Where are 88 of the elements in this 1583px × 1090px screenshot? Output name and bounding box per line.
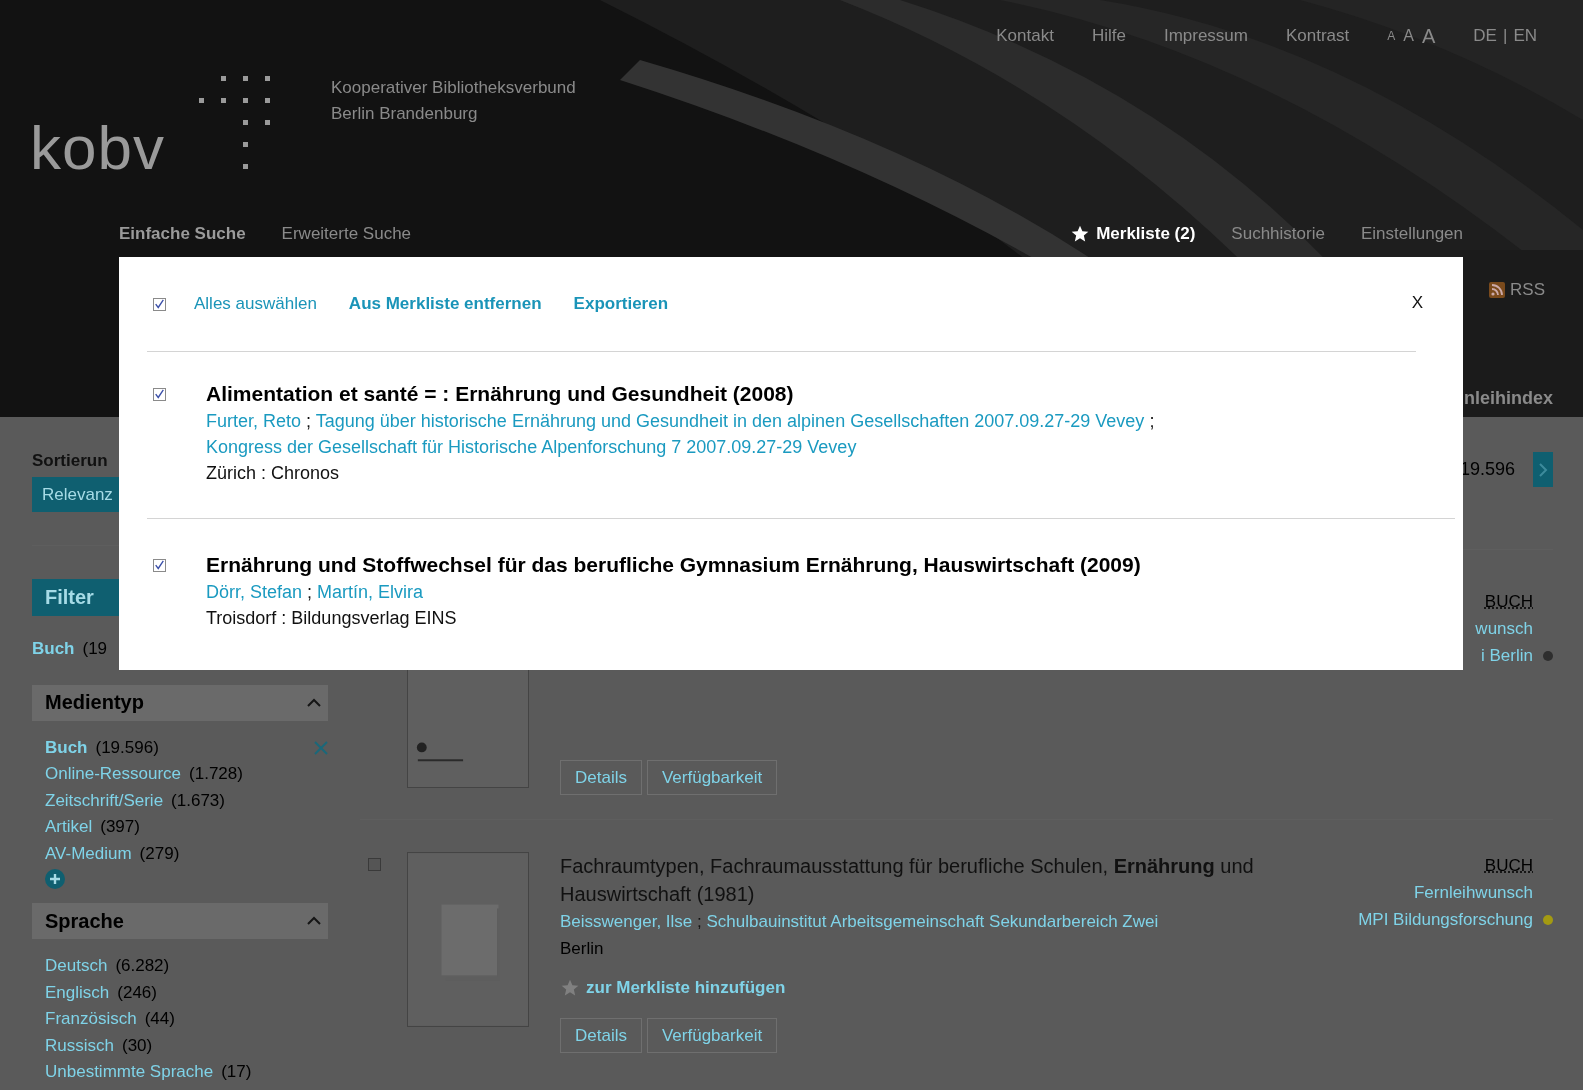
header-link[interactable]: Hilfe [1091,26,1126,46]
media-type-label: BUCH [1484,591,1533,613]
font-size-link[interactable]: A [1403,26,1414,46]
header-link[interactable]: Impressum [1163,26,1248,46]
chevron-up-icon[interactable] [306,697,322,708]
facet-link[interactable]: Unbestimmte Sprache [45,1059,214,1086]
logo-tagline: Kooperativer Bibliotheksverbund [330,77,576,99]
result-button[interactable]: Details [560,1018,642,1053]
author-line: Dörr, Stefan ; Martín, Elvira [206,581,425,604]
action-link[interactable]: Exportieren [573,294,669,314]
facet-link[interactable]: Buch [45,734,88,761]
facet-count: (6.282) [115,955,170,977]
facet-count: (279) [139,842,180,865]
facet-header[interactable]: Medientyp [32,684,328,721]
author-line: Furter, Reto ; Tagung über historische Ernährung und Gesundheit in den alpinen Gesellschaften 2007.09.27-29 Vevey ; Kongress der Gesellschaft für Historische Alpenforschung 7 2007.09.27-29 Vevey [206,410,1156,459]
result-total: 19.596 [1459,458,1515,481]
facet-count: (30) [121,1034,153,1057]
author-line: Beisswenger, Ilse ; Schulbauinstitut Arbeitsgemeinschaft Sekundarbereich Zwei [560,911,1160,933]
facet-header[interactable]: Sprache [32,903,328,939]
facet-link[interactable]: Französisch [45,1006,137,1033]
close-button[interactable]: X [1411,293,1423,313]
facet-link[interactable]: Artikel [45,814,93,841]
facet-count: (1.673) [171,789,225,812]
logo-wordmark: kobv [30,117,165,179]
facet-link[interactable]: Englisch [45,979,110,1006]
availability-link[interactable]: MPI Bildungsforschung [1358,906,1533,933]
result-button[interactable]: Verfügbarkeit [646,1018,778,1053]
nav-tab[interactable]: Erweiterte Suche [281,223,412,244]
sort-button[interactable]: Relevanz [32,477,119,512]
sort-label: Sortierun [32,451,109,471]
header-tab[interactable]: nleihindex [1464,388,1553,409]
separator: | [1502,26,1508,46]
author-link[interactable]: Martín, Elvira [317,582,424,602]
nav-tab[interactable]: Merkliste (2) [1070,223,1196,244]
author-link[interactable]: Tagung über historische Ernährung und Gesundheit in den alpinen Gesellschaften 2007.09.27-29 Vevey [315,411,1145,431]
checkbox[interactable] [153,297,166,311]
author-link[interactable]: Kongress der Gesellschaft für Historische Alpenforschung 7 2007.09.27-29 Vevey [206,437,857,457]
active-filter-link[interactable]: Buch [32,636,75,663]
facet-count: (19.596) [95,736,159,759]
checkbox[interactable] [153,388,166,401]
facet-link[interactable]: Russisch [45,1032,114,1059]
chevron-up-icon[interactable] [306,916,322,926]
font-size-link[interactable]: A [1422,26,1436,46]
add-to-list-link[interactable]: zur Merkliste hinzufügen [560,978,1323,998]
header-link[interactable]: Kontrast [1286,26,1350,46]
author-link[interactable]: Furter, Reto [206,411,302,431]
language-link[interactable]: EN [1513,26,1537,46]
facet-link[interactable]: Online-Ressource [45,761,182,788]
facet-count: (17) [221,1061,252,1083]
language-link[interactable]: DE [1473,26,1497,46]
availability-link[interactable]: i Berlin [1481,642,1533,669]
facet-count: (44) [144,1008,175,1030]
media-type-label: BUCH [1484,855,1533,877]
facet-link[interactable]: Zeitschrift/Serie [45,787,164,814]
facet-link[interactable]: Deutsch [45,953,108,980]
facet-count: (246) [117,981,157,1004]
nav-tab[interactable]: Suchhistorie [1231,223,1325,244]
header-link[interactable]: Kontakt [996,26,1054,46]
result-title[interactable]: Fachraumtypen, Fachraumausstattung für berufliche Schulen, Ernährung und Hauswirtschaft (1981) [560,852,1323,908]
star-icon [560,978,580,998]
author-link[interactable]: Schulbauinstitut Arbeitsgemeinschaft Sekundarbereich Zwei [706,912,1159,931]
filter-heading: Filter [32,579,119,616]
action-link[interactable]: Aus Merkliste entfernen [348,294,542,314]
checkbox[interactable] [153,559,166,572]
author-link[interactable]: Beisswenger, Ilse [560,912,693,931]
availability-link[interactable]: Fernleihwunsch [1413,879,1533,906]
select-all-link[interactable]: Alles auswählen [194,294,317,314]
author-link[interactable]: Dörr, Stefan [206,582,303,602]
result-button[interactable]: Details [560,760,642,795]
facet-count: (1.728) [189,763,243,785]
plus-icon[interactable] [45,869,65,889]
publisher-text: Troisdorf : Bildungsverlag EINS [206,607,458,630]
nav-tab[interactable]: Einstellungen [1360,223,1463,244]
item-title[interactable]: Ernährung und Stoffwechsel für das berufliche Gymnasium Ernährung, Hauswirtschaft (2009) [206,551,1405,579]
logo-tagline: Berlin Brandenburg [330,103,479,125]
availability-link[interactable]: wunsch [1475,615,1533,642]
nav-tab[interactable]: Einfache Suche [119,223,246,244]
rss-link[interactable]: RSS [1489,279,1545,300]
font-size-link[interactable]: A [1387,26,1396,46]
publisher-text: Berlin [560,938,605,960]
checkbox[interactable] [368,858,381,871]
publisher-text: Zürich : Chronos [206,462,341,485]
item-title[interactable]: Alimentation et santé = : Ernährung und Gesundheit (2008) [206,380,1405,408]
chevron-right-icon [1538,461,1548,478]
facet-link[interactable]: AV-Medium [45,840,132,867]
result-button[interactable]: Verfügbarkeit [646,760,778,795]
facet-count: (397) [100,816,140,838]
facet-count: (19 [82,638,108,660]
